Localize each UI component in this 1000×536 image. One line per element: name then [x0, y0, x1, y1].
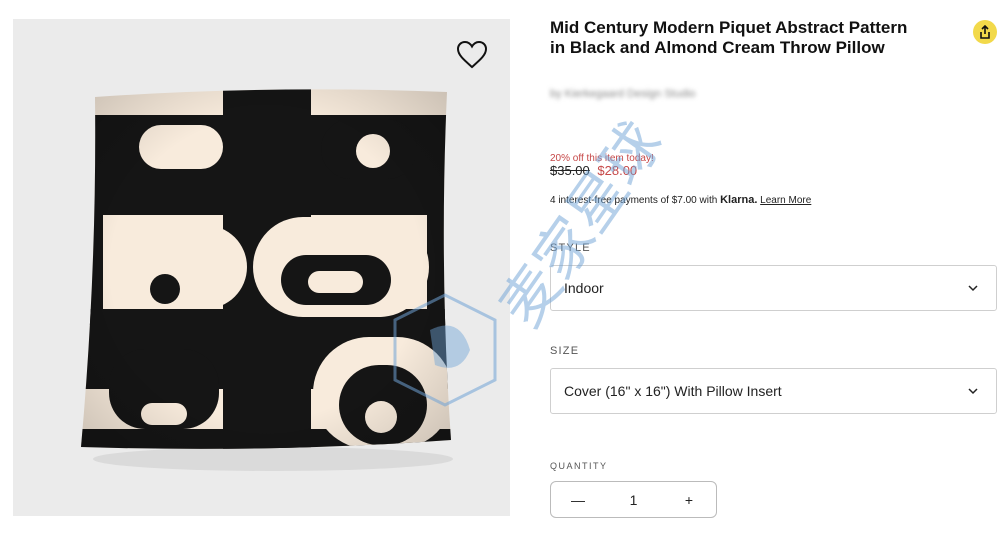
artist-link[interactable]: by Kierkegaard Design Studio	[550, 88, 735, 104]
increment-button[interactable]: +	[677, 492, 701, 508]
heart-icon[interactable]	[456, 40, 488, 70]
style-label: STYLE	[550, 242, 591, 254]
sale-price: $28.00	[597, 163, 638, 178]
chevron-down-icon	[968, 388, 978, 395]
original-price: $35.00	[550, 163, 590, 178]
share-icon	[980, 25, 990, 39]
klarna-text: 4 interest-free payments of $7.00 with	[550, 195, 718, 206]
size-selected-value: Cover (16" x 16") With Pillow Insert	[564, 383, 782, 399]
size-select[interactable]: Cover (16" x 16") With Pillow Insert	[550, 368, 997, 414]
klarna-logo: Klarna.	[720, 194, 758, 206]
chevron-down-icon	[968, 285, 978, 292]
product-image	[81, 89, 453, 471]
product-title: Mid Century Modern Piquet Abstract Patte…	[550, 18, 908, 57]
quantity-value[interactable]: 1	[590, 492, 677, 508]
quantity-label: QUANTITY	[550, 461, 608, 471]
learn-more-link[interactable]: Learn More	[760, 195, 811, 206]
size-label: SIZE	[550, 345, 580, 357]
decrement-button[interactable]: —	[566, 492, 590, 508]
quantity-stepper: — 1 +	[550, 481, 717, 518]
share-button[interactable]	[973, 20, 997, 44]
klarna-info: 4 interest-free payments of $7.00 with K…	[550, 194, 811, 206]
price-row: $35.00 $28.00	[550, 163, 637, 178]
style-select[interactable]: Indoor	[550, 265, 997, 311]
style-selected-value: Indoor	[564, 280, 604, 296]
product-image-gallery[interactable]	[13, 19, 510, 516]
